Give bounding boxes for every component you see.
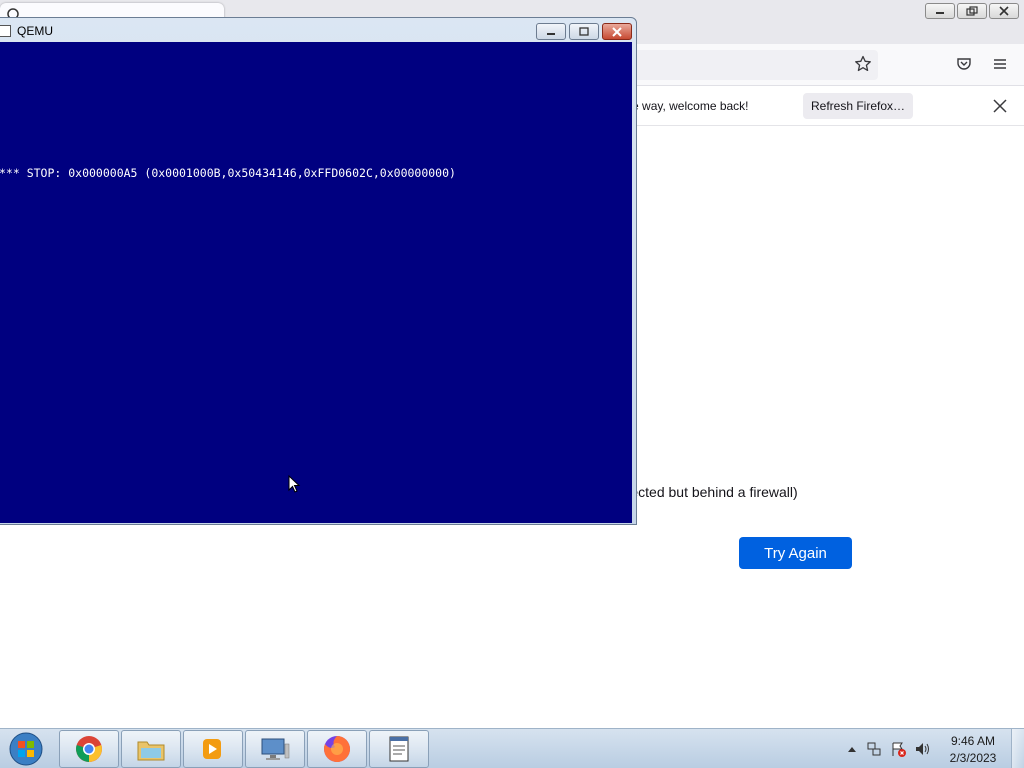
chevron-up-icon xyxy=(848,747,856,752)
vm-display[interactable]: *** STOP: 0x000000A5 (0x0001000B,0x50434… xyxy=(0,42,632,523)
windows-logo-icon xyxy=(9,732,43,766)
qemu-close-button[interactable] xyxy=(602,23,632,40)
minimize-button[interactable] xyxy=(925,3,955,19)
qemu-minimize-button[interactable] xyxy=(536,23,566,40)
folder-icon xyxy=(137,741,165,761)
volume-tray-icon[interactable] xyxy=(914,741,930,757)
clock-time[interactable]: 9:46 AM xyxy=(946,734,1000,748)
show-hidden-icons-button[interactable] xyxy=(844,741,860,757)
network-tray-icon[interactable] xyxy=(866,741,882,757)
hamburger-menu-icon xyxy=(994,59,1006,69)
window-title: QEMU xyxy=(17,24,53,38)
taskbar-explorer[interactable] xyxy=(121,730,181,768)
app-menu-button[interactable] xyxy=(989,53,1011,75)
minimize-icon xyxy=(547,32,555,35)
computer-icon xyxy=(261,738,290,760)
refresh-firefox-button[interactable]: Refresh Firefox… xyxy=(803,93,913,119)
notepad-icon xyxy=(389,736,409,762)
close-icon xyxy=(993,99,1007,113)
speaker-icon xyxy=(916,743,929,755)
restore-icon xyxy=(966,6,978,16)
close-icon xyxy=(999,6,1009,16)
window-close-button[interactable] xyxy=(989,3,1019,19)
show-desktop-button[interactable] xyxy=(1011,729,1024,768)
firefox-icon xyxy=(324,736,350,762)
taskbar: 9:46 AM 2/3/2023 xyxy=(0,728,1024,768)
pocket-icon xyxy=(957,58,971,70)
star-icon xyxy=(855,55,871,72)
qemu-window: QEMU *** STOP: 0x000000A5 (0x0001000B,0x… xyxy=(0,17,637,525)
clock-date[interactable]: 2/3/2023 xyxy=(946,751,1000,765)
flag-error-icon xyxy=(892,742,906,757)
network-icon xyxy=(867,742,881,756)
chrome-icon xyxy=(76,736,102,762)
qemu-app-icon xyxy=(0,25,11,37)
close-icon xyxy=(612,26,622,37)
action-center-tray-icon[interactable] xyxy=(890,741,906,757)
try-again-button[interactable]: Try Again xyxy=(739,537,852,569)
bookmark-star-button[interactable] xyxy=(852,53,874,75)
restore-button[interactable] xyxy=(957,3,987,19)
desktop: l by the way, welcome back! Refresh Fire… xyxy=(0,0,1024,768)
qemu-maximize-button[interactable] xyxy=(569,23,599,40)
maximize-icon xyxy=(579,27,589,36)
minimize-icon xyxy=(936,12,944,14)
pocket-button[interactable] xyxy=(953,53,975,75)
taskbar-media-player[interactable] xyxy=(183,730,243,768)
taskbar-chrome[interactable] xyxy=(59,730,119,768)
taskbar-notepad[interactable] xyxy=(369,730,429,768)
notification-close-button[interactable] xyxy=(989,95,1011,117)
media-player-icon xyxy=(203,739,221,759)
mouse-cursor-icon xyxy=(288,475,301,493)
taskbar-firefox[interactable] xyxy=(307,730,367,768)
start-button[interactable] xyxy=(6,731,46,767)
taskbar-remote-desktop[interactable] xyxy=(245,730,305,768)
bsod-stop-text: *** STOP: 0x000000A5 (0x0001000B,0x50434… xyxy=(0,166,456,180)
